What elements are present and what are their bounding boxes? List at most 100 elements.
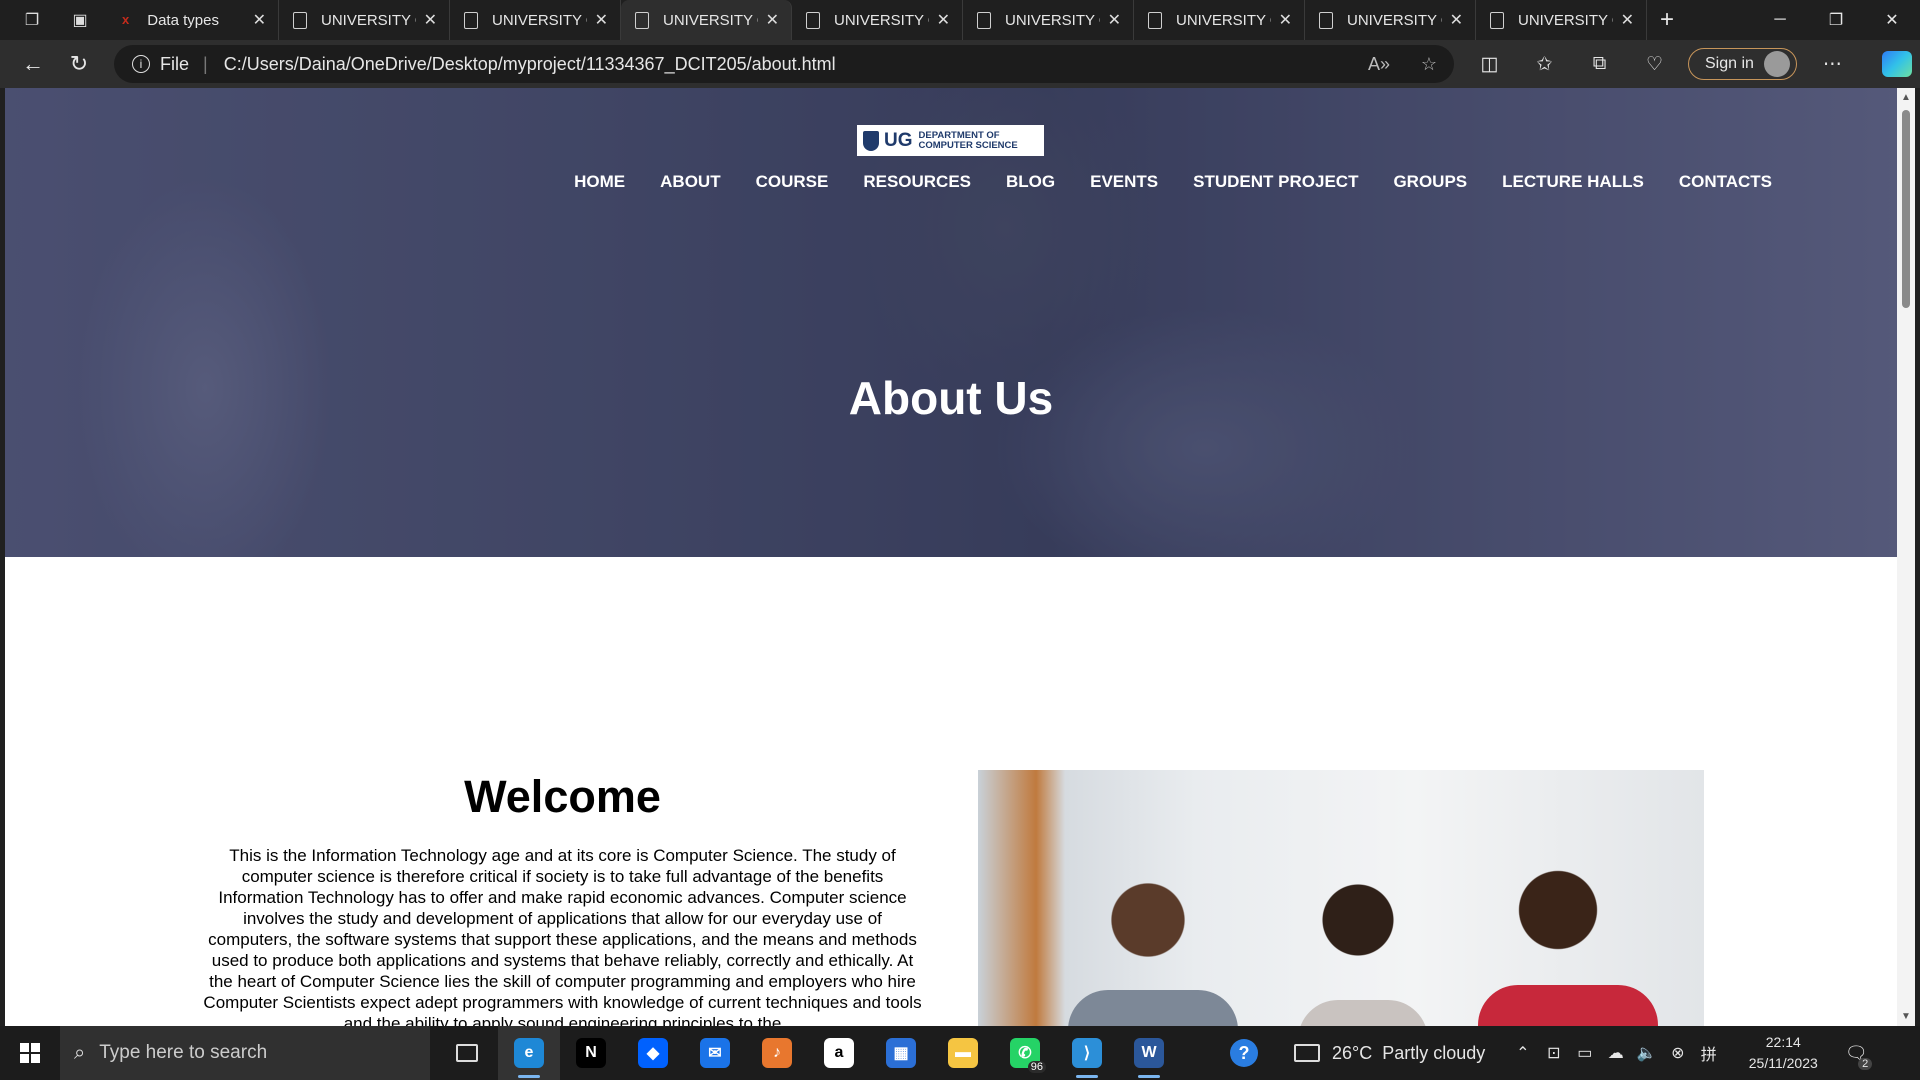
close-tab-icon[interactable]: ✕ xyxy=(1621,10,1634,30)
scroll-down-icon[interactable]: ▼ xyxy=(1901,1011,1911,1022)
battery-icon[interactable]: ▭ xyxy=(1569,1043,1600,1063)
clock[interactable]: 22:14 25/11/2023 xyxy=(1738,1032,1828,1074)
nav-link-blog[interactable]: BLOG xyxy=(1006,172,1055,192)
browser-tab[interactable]: UNIVERSITY OF GHANA ✕ xyxy=(1134,0,1305,40)
notification-center-icon[interactable]: 🗨 2 xyxy=(1836,1043,1876,1070)
nav-link-course[interactable]: COURSE xyxy=(756,172,829,192)
taskbar-search[interactable]: ⌕ Type here to search xyxy=(60,1026,430,1080)
nav-link-contacts[interactable]: CONTACTS xyxy=(1679,172,1772,192)
taskbar-app-vscode[interactable]: ⟩ xyxy=(1056,1026,1118,1080)
close-tab-icon[interactable]: ✕ xyxy=(424,10,437,30)
copilot-icon[interactable] xyxy=(1881,51,1912,77)
browser-tab[interactable]: UNIVERSITY OF GHANA ✕ xyxy=(279,0,450,40)
taskbar-app-netflix[interactable]: N xyxy=(560,1026,622,1080)
taskbar-app-dropbox[interactable]: ◆ xyxy=(622,1026,684,1080)
browser-tab[interactable]: UNIVERSITY OF GHANA ✕ xyxy=(621,0,792,40)
taskbar-app-edge[interactable]: e xyxy=(498,1026,560,1080)
collections-icon[interactable]: ⧉ xyxy=(1572,53,1627,75)
minimize-icon[interactable]: ─ xyxy=(1752,0,1808,40)
nav-link-groups[interactable]: GROUPS xyxy=(1393,172,1467,192)
info-icon[interactable]: i xyxy=(132,55,150,73)
browser-tab[interactable]: x Data types ✕ xyxy=(108,0,279,40)
nav-link-home[interactable]: HOME xyxy=(574,172,625,192)
network-icon[interactable]: ☁ xyxy=(1600,1043,1631,1063)
site-logo[interactable]: UG DEPARTMENT OF COMPUTER SCIENCE xyxy=(857,125,1044,156)
page-icon xyxy=(635,11,649,29)
page-scrollbar[interactable]: ▲ ▼ xyxy=(1897,88,1915,1026)
close-tab-icon[interactable]: ✕ xyxy=(766,10,779,30)
avatar-icon xyxy=(1763,51,1790,77)
close-tab-icon[interactable]: ✕ xyxy=(1108,10,1121,30)
workspaces-icon[interactable]: ❐ xyxy=(14,0,50,40)
page-icon xyxy=(1490,11,1504,29)
page-icon xyxy=(1148,11,1162,29)
nav-link-lecture-halls[interactable]: LECTURE HALLS xyxy=(1502,172,1644,192)
tab-title: Data types xyxy=(147,11,219,29)
refresh-icon[interactable]: ↻ xyxy=(56,44,102,84)
close-tab-icon[interactable]: ✕ xyxy=(595,10,608,30)
browser-tab[interactable]: UNIVERSITY OF GHANA ✕ xyxy=(792,0,963,40)
close-window-icon[interactable]: ✕ xyxy=(1864,0,1920,40)
taskbar-app-store[interactable]: ▦ xyxy=(870,1026,932,1080)
more-menu-icon[interactable]: ⋯ xyxy=(1805,53,1860,76)
split-screen-icon[interactable]: ◫ xyxy=(1462,53,1517,76)
browser-tab[interactable]: UNIVERSITY OF GHANA ✕ xyxy=(963,0,1134,40)
browser-tab[interactable]: UNIVERSITY OF GHANA ✕ xyxy=(1305,0,1476,40)
taskbar-app-task-view[interactable] xyxy=(436,1026,498,1080)
read-aloud-icon[interactable]: A» xyxy=(1354,54,1404,75)
page-viewport: UG DEPARTMENT OF COMPUTER SCIENCE HOME AB… xyxy=(5,88,1897,1026)
new-tab-button[interactable]: + xyxy=(1647,0,1687,40)
page-icon xyxy=(1319,11,1333,29)
tab-actions-icon[interactable]: ▣ xyxy=(62,0,98,40)
favorite-star-icon[interactable]: ☆ xyxy=(1404,54,1454,75)
back-icon[interactable]: ← xyxy=(10,44,56,84)
logo-dept: DEPARTMENT OF COMPUTER SCIENCE xyxy=(919,130,1018,151)
search-placeholder: Type here to search xyxy=(99,1042,268,1063)
taskbar-app-whatsapp[interactable]: ✆ 96 xyxy=(994,1026,1056,1080)
hero-overlay xyxy=(5,88,1897,557)
address-bar[interactable]: i File | C:/Users/Daina/OneDrive/Desktop… xyxy=(114,45,1454,83)
url-text[interactable]: C:/Users/Daina/OneDrive/Desktop/myprojec… xyxy=(224,54,1354,75)
scroll-thumb[interactable] xyxy=(1902,110,1910,308)
favorites-icon[interactable]: ✩ xyxy=(1517,53,1572,76)
running-indicator xyxy=(1138,1075,1160,1078)
weather-icon xyxy=(1294,1044,1320,1062)
tab-title: UNIVERSITY OF GHANA xyxy=(1347,11,1442,29)
taskbar-app-fl-studio[interactable]: ♪ xyxy=(746,1026,808,1080)
photo-figure-3 xyxy=(1478,985,1658,1026)
close-circle-icon[interactable]: ⊗ xyxy=(1662,1043,1693,1063)
help-icon: ? xyxy=(1230,1039,1258,1067)
taskbar-app-amazon[interactable]: a xyxy=(808,1026,870,1080)
hero-title: About Us xyxy=(848,372,1054,424)
help-button[interactable]: ? xyxy=(1222,1026,1266,1080)
vscode-icon: ⟩ xyxy=(1072,1038,1102,1068)
browser-tab[interactable]: UNIVERSITY OF GHANA ✕ xyxy=(1476,0,1647,40)
browser-essentials-icon[interactable]: ♡ xyxy=(1627,53,1682,76)
start-button[interactable] xyxy=(0,1026,60,1080)
word-icon: W xyxy=(1134,1038,1164,1068)
photo-figure-2 xyxy=(1298,1000,1428,1026)
nav-link-resources[interactable]: RESOURCES xyxy=(863,172,971,192)
restore-icon[interactable]: ❐ xyxy=(1808,0,1864,40)
nav-link-student-project[interactable]: STUDENT PROJECT xyxy=(1193,172,1358,192)
scroll-up-icon[interactable]: ▲ xyxy=(1901,92,1911,103)
volume-icon[interactable]: 🔈 xyxy=(1631,1043,1662,1063)
nav-link-events[interactable]: EVENTS xyxy=(1090,172,1158,192)
close-tab-icon[interactable]: ✕ xyxy=(1450,10,1463,30)
nav-link-about[interactable]: ABOUT xyxy=(660,172,720,192)
weather-temp: 26°C xyxy=(1332,1042,1373,1063)
chevron-up-icon[interactable]: ⌃ xyxy=(1507,1043,1538,1063)
close-tab-icon[interactable]: ✕ xyxy=(1279,10,1292,30)
sign-in-button[interactable]: Sign in xyxy=(1688,48,1797,80)
meet-now-icon[interactable]: ⊡ xyxy=(1538,1043,1569,1063)
browser-tab-strip: ❐ ▣ xData types✕UNIVERSITY OF GHANA✕UNIV… xyxy=(0,0,1920,40)
close-tab-icon[interactable]: ✕ xyxy=(253,10,266,30)
taskbar-app-word[interactable]: W xyxy=(1118,1026,1180,1080)
taskbar-app-mail[interactable]: ✉ xyxy=(684,1026,746,1080)
weather-widget[interactable]: 26°C Partly cloudy xyxy=(1294,1043,1485,1064)
windows-logo-icon xyxy=(20,1043,40,1063)
close-tab-icon[interactable]: ✕ xyxy=(937,10,950,30)
input-method-icon[interactable]: 拼 xyxy=(1693,1041,1724,1065)
browser-tab[interactable]: UNIVERSITY OF GHANA ✕ xyxy=(450,0,621,40)
taskbar-app-file-explorer[interactable]: ▬ xyxy=(932,1026,994,1080)
